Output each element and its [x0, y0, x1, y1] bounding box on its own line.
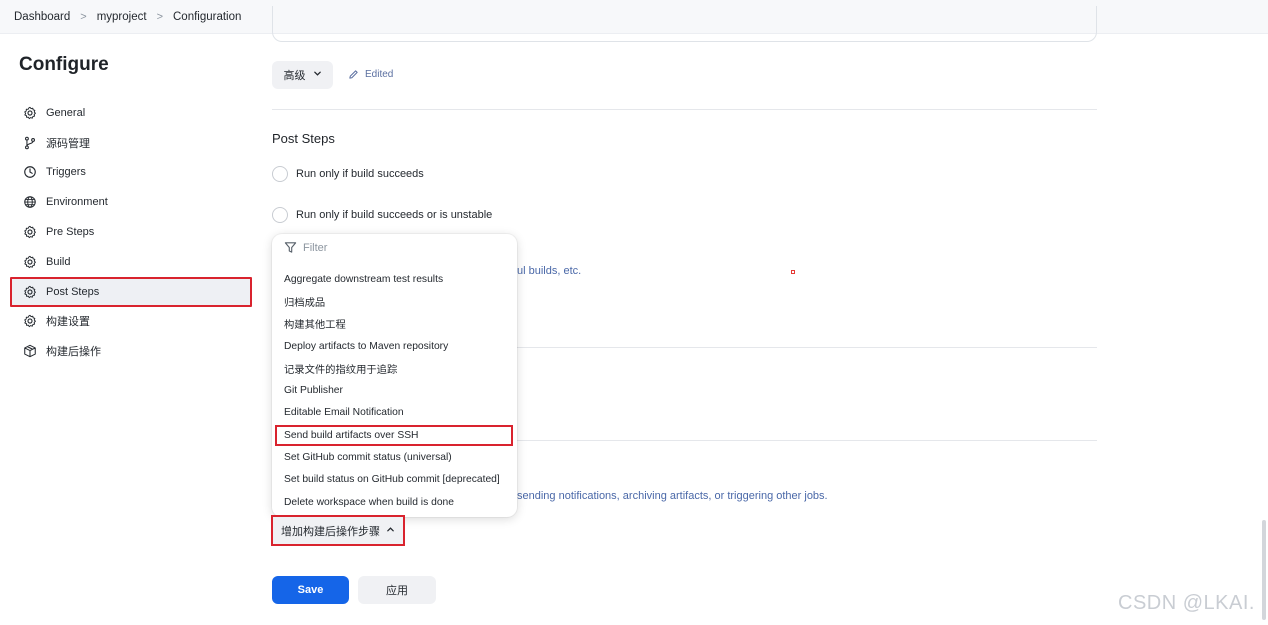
branch-icon — [22, 135, 38, 151]
annotation-dot — [791, 270, 795, 274]
sidebar-item-build-settings[interactable]: 构建设置 — [10, 307, 252, 337]
sidebar-item-label: 源码管理 — [46, 137, 90, 150]
save-button[interactable]: Save — [272, 576, 349, 604]
cube-icon — [22, 343, 38, 359]
add-step-label: 增加构建后操作步骤 — [281, 525, 380, 538]
dropdown-item[interactable]: Set GitHub commit status (universal) — [272, 446, 517, 468]
filter-placeholder: Filter — [303, 241, 328, 254]
breadcrumb-separator-icon: > — [156, 10, 163, 23]
dropdown-list: Aggregate downstream test results 归档成品 构… — [272, 268, 517, 513]
dropdown-item[interactable]: Delete workspace when build is done — [272, 491, 517, 513]
breadcrumb-dashboard[interactable]: Dashboard — [14, 11, 70, 23]
advanced-label: 高级 — [283, 70, 306, 82]
gear-icon — [22, 105, 38, 121]
post-build-action-dropdown: Filter Aggregate downstream test results… — [272, 234, 517, 517]
filter-field[interactable]: Filter — [284, 241, 327, 254]
edited-label: Edited — [365, 69, 394, 80]
sidebar: General 源码管理 Triggers Environment Pre St… — [10, 98, 252, 366]
previous-section-box — [272, 6, 1097, 42]
dropdown-item[interactable]: Aggregate downstream test results — [272, 268, 517, 290]
radio-label: Run only if build succeeds or is unstabl… — [296, 209, 493, 221]
highlight-box — [275, 425, 513, 446]
clock-icon — [22, 164, 38, 180]
sidebar-item-general[interactable]: General — [10, 98, 252, 128]
sidebar-item-source-control[interactable]: 源码管理 — [10, 128, 252, 158]
dropdown-item[interactable]: Set build status on GitHub commit [depre… — [272, 469, 517, 491]
breadcrumb-separator-icon: > — [80, 10, 87, 23]
dropdown-item[interactable]: Git Publisher — [272, 379, 517, 401]
sidebar-item-label: 构建设置 — [46, 316, 90, 329]
sidebar-item-label: Pre Steps — [46, 226, 95, 239]
dropdown-item[interactable]: Editable Email Notification — [272, 402, 517, 424]
radio-run-if-succeeds[interactable]: Run only if build succeeds — [272, 166, 424, 182]
dropdown-item[interactable]: 构建其他工程 — [272, 313, 517, 335]
radio-button[interactable] — [272, 207, 288, 223]
radio-button[interactable] — [272, 166, 288, 182]
gear-icon — [22, 313, 38, 329]
breadcrumb-project[interactable]: myproject — [97, 11, 147, 23]
watermark: CSDN @LKAI. — [1118, 592, 1255, 614]
sidebar-item-label: Post Steps — [46, 285, 100, 298]
sidebar-item-post-steps[interactable]: Post Steps — [10, 276, 252, 307]
sidebar-item-label: 构建后操作 — [46, 346, 101, 359]
sidebar-item-label: Triggers — [46, 166, 86, 179]
apply-button[interactable]: 应用 — [358, 576, 436, 604]
edited-indicator: Edited — [348, 69, 393, 80]
post-steps-title: Post Steps — [272, 131, 335, 146]
scrollbar[interactable] — [1262, 520, 1266, 620]
sidebar-item-label: Environment — [46, 196, 108, 209]
section-divider — [272, 109, 1097, 110]
post-build-description: sending notifications, archiving artifac… — [517, 490, 828, 502]
sidebar-item-pre-steps[interactable]: Pre Steps — [10, 217, 252, 247]
chevron-down-icon — [313, 69, 322, 81]
advanced-button[interactable]: 高级 — [272, 61, 333, 89]
dropdown-item[interactable]: 归档成品 — [272, 290, 517, 312]
radio-run-if-succeeds-or-unstable[interactable]: Run only if build succeeds or is unstabl… — [272, 207, 492, 223]
radio-label: Run only if build succeeds — [296, 168, 424, 180]
gear-icon — [22, 224, 38, 240]
globe-icon — [22, 194, 38, 210]
add-post-build-step-button[interactable]: 增加构建后操作步骤 — [271, 515, 405, 546]
pencil-icon — [349, 70, 358, 79]
sidebar-item-build[interactable]: Build — [10, 247, 252, 277]
sidebar-item-label: General — [46, 106, 86, 119]
sidebar-item-triggers[interactable]: Triggers — [10, 158, 252, 188]
sidebar-item-label: Build — [46, 255, 71, 268]
gear-icon — [22, 254, 38, 270]
breadcrumb-configuration[interactable]: Configuration — [173, 11, 241, 23]
partial-description-text: ul builds, etc. — [517, 265, 582, 277]
gear-icon — [22, 284, 38, 300]
sidebar-item-environment[interactable]: Environment — [10, 187, 252, 217]
dropdown-item[interactable]: 记录文件的指纹用于追踪 — [272, 357, 517, 379]
dropdown-item[interactable]: Deploy artifacts to Maven repository — [272, 335, 517, 357]
filter-icon — [284, 242, 297, 253]
sidebar-item-post-build-actions[interactable]: 构建后操作 — [10, 336, 252, 366]
page-title: Configure — [19, 54, 109, 75]
chevron-up-icon — [386, 525, 395, 537]
